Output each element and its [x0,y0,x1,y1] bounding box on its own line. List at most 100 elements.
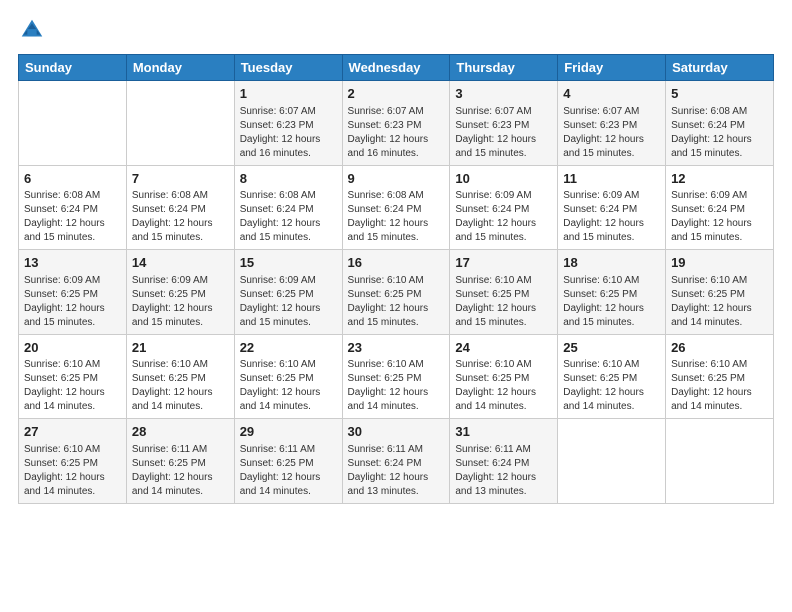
calendar-cell: 25Sunrise: 6:10 AM Sunset: 6:25 PM Dayli… [558,334,666,419]
calendar-body: 1 Sunrise: 6:07 AM Sunset: 6:23 PM Daylig… [19,81,774,504]
calendar-cell [126,81,234,166]
day-info: Sunrise: 6:09 AM Sunset: 6:25 PM Dayligh… [24,274,121,330]
calendar-cell: 7Sunrise: 6:08 AM Sunset: 6:24 PM Daylig… [126,165,234,250]
day-number: 24 [455,339,552,357]
day-info: Sunrise: 6:08 AM Sunset: 6:24 PM Dayligh… [132,189,229,245]
day-number: 4 [563,85,660,103]
day-number: 29 [240,423,337,441]
day-number: 1 [240,85,337,103]
day-info: Sunrise: 6:10 AM Sunset: 6:25 PM Dayligh… [671,274,768,330]
weekday-header-monday: Monday [126,55,234,81]
week-row-5: 27Sunrise: 6:10 AM Sunset: 6:25 PM Dayli… [19,419,774,504]
day-info: Sunrise: 6:10 AM Sunset: 6:25 PM Dayligh… [348,358,445,414]
day-number: 30 [348,423,445,441]
day-info: Sunrise: 6:09 AM Sunset: 6:25 PM Dayligh… [132,274,229,330]
day-info: Sunrise: 6:08 AM Sunset: 6:24 PM Dayligh… [671,105,768,161]
calendar-cell: 27Sunrise: 6:10 AM Sunset: 6:25 PM Dayli… [19,419,127,504]
calendar-cell: 3Sunrise: 6:07 AM Sunset: 6:23 PM Daylig… [450,81,558,166]
day-number: 12 [671,170,768,188]
week-row-3: 13 Sunrise: 6:09 AM Sunset: 6:25 PM Dayli… [19,250,774,335]
page: SundayMondayTuesdayWednesdayThursdayFrid… [0,0,792,612]
day-number: 21 [132,339,229,357]
day-info: Sunrise: 6:11 AM Sunset: 6:24 PM Dayligh… [348,443,445,499]
week-row-2: 6Sunrise: 6:08 AM Sunset: 6:24 PM Daylig… [19,165,774,250]
calendar-cell: 15 Sunrise: 6:09 AM Sunset: 6:25 PM Dayli… [234,250,342,335]
calendar-cell: 26Sunrise: 6:10 AM Sunset: 6:25 PM Dayli… [666,334,774,419]
calendar-cell: 2Sunrise: 6:07 AM Sunset: 6:23 PM Daylig… [342,81,450,166]
weekday-header-wednesday: Wednesday [342,55,450,81]
calendar-cell: 23Sunrise: 6:10 AM Sunset: 6:25 PM Dayli… [342,334,450,419]
day-number: 3 [455,85,552,103]
calendar-cell: 8Sunrise: 6:08 AM Sunset: 6:24 PM Daylig… [234,165,342,250]
header [18,16,774,44]
calendar-cell: 19Sunrise: 6:10 AM Sunset: 6:25 PM Dayli… [666,250,774,335]
day-info: Sunrise: 6:09 AM Sunset: 6:25 PM Dayligh… [240,274,337,330]
calendar-cell: 14Sunrise: 6:09 AM Sunset: 6:25 PM Dayli… [126,250,234,335]
weekday-header-tuesday: Tuesday [234,55,342,81]
day-info: Sunrise: 6:09 AM Sunset: 6:24 PM Dayligh… [671,189,768,245]
day-number: 23 [348,339,445,357]
calendar-cell: 31Sunrise: 6:11 AM Sunset: 6:24 PM Dayli… [450,419,558,504]
weekday-row: SundayMondayTuesdayWednesdayThursdayFrid… [19,55,774,81]
calendar: SundayMondayTuesdayWednesdayThursdayFrid… [18,54,774,504]
calendar-cell: 5 Sunrise: 6:08 AM Sunset: 6:24 PM Daylig… [666,81,774,166]
calendar-cell: 4Sunrise: 6:07 AM Sunset: 6:23 PM Daylig… [558,81,666,166]
day-number: 28 [132,423,229,441]
day-info: Sunrise: 6:09 AM Sunset: 6:24 PM Dayligh… [563,189,660,245]
calendar-cell: 30 Sunrise: 6:11 AM Sunset: 6:24 PM Dayli… [342,419,450,504]
day-info: Sunrise: 6:08 AM Sunset: 6:24 PM Dayligh… [348,189,445,245]
calendar-cell: 24Sunrise: 6:10 AM Sunset: 6:25 PM Dayli… [450,334,558,419]
day-number: 15 [240,254,337,272]
day-info: Sunrise: 6:10 AM Sunset: 6:25 PM Dayligh… [563,358,660,414]
calendar-cell: 13 Sunrise: 6:09 AM Sunset: 6:25 PM Dayli… [19,250,127,335]
day-number: 8 [240,170,337,188]
day-info: Sunrise: 6:10 AM Sunset: 6:25 PM Dayligh… [24,358,121,414]
day-info: Sunrise: 6:10 AM Sunset: 6:25 PM Dayligh… [455,274,552,330]
day-number: 10 [455,170,552,188]
day-info: Sunrise: 6:10 AM Sunset: 6:25 PM Dayligh… [132,358,229,414]
day-info: Sunrise: 6:08 AM Sunset: 6:24 PM Dayligh… [240,189,337,245]
calendar-cell: 9Sunrise: 6:08 AM Sunset: 6:24 PM Daylig… [342,165,450,250]
day-number: 18 [563,254,660,272]
day-info: Sunrise: 6:11 AM Sunset: 6:24 PM Dayligh… [455,443,552,499]
day-number: 17 [455,254,552,272]
day-info: Sunrise: 6:10 AM Sunset: 6:25 PM Dayligh… [455,358,552,414]
week-row-4: 20Sunrise: 6:10 AM Sunset: 6:25 PM Dayli… [19,334,774,419]
calendar-cell: 20Sunrise: 6:10 AM Sunset: 6:25 PM Dayli… [19,334,127,419]
calendar-cell: 11Sunrise: 6:09 AM Sunset: 6:24 PM Dayli… [558,165,666,250]
day-info: Sunrise: 6:11 AM Sunset: 6:25 PM Dayligh… [132,443,229,499]
day-info: Sunrise: 6:10 AM Sunset: 6:25 PM Dayligh… [240,358,337,414]
day-info: Sunrise: 6:09 AM Sunset: 6:24 PM Dayligh… [455,189,552,245]
day-number: 2 [348,85,445,103]
calendar-cell: 17 Sunrise: 6:10 AM Sunset: 6:25 PM Dayli… [450,250,558,335]
day-number: 26 [671,339,768,357]
day-number: 9 [348,170,445,188]
day-info: Sunrise: 6:10 AM Sunset: 6:25 PM Dayligh… [671,358,768,414]
calendar-cell: 28 Sunrise: 6:11 AM Sunset: 6:25 PM Dayli… [126,419,234,504]
day-number: 27 [24,423,121,441]
day-number: 5 [671,85,768,103]
day-number: 6 [24,170,121,188]
calendar-cell: 6Sunrise: 6:08 AM Sunset: 6:24 PM Daylig… [19,165,127,250]
calendar-cell: 1 Sunrise: 6:07 AM Sunset: 6:23 PM Daylig… [234,81,342,166]
day-number: 7 [132,170,229,188]
day-number: 11 [563,170,660,188]
day-info: Sunrise: 6:08 AM Sunset: 6:24 PM Dayligh… [24,189,121,245]
day-info: Sunrise: 6:11 AM Sunset: 6:25 PM Dayligh… [240,443,337,499]
calendar-cell: 22Sunrise: 6:10 AM Sunset: 6:25 PM Dayli… [234,334,342,419]
logo [18,16,50,44]
calendar-cell: 10Sunrise: 6:09 AM Sunset: 6:24 PM Dayli… [450,165,558,250]
day-number: 20 [24,339,121,357]
weekday-header-sunday: Sunday [19,55,127,81]
day-number: 13 [24,254,121,272]
day-number: 22 [240,339,337,357]
weekday-header-thursday: Thursday [450,55,558,81]
calendar-cell: 16Sunrise: 6:10 AM Sunset: 6:25 PM Dayli… [342,250,450,335]
day-number: 25 [563,339,660,357]
calendar-cell: 18Sunrise: 6:10 AM Sunset: 6:25 PM Dayli… [558,250,666,335]
logo-icon [18,16,46,44]
weekday-header-friday: Friday [558,55,666,81]
week-row-1: 1 Sunrise: 6:07 AM Sunset: 6:23 PM Daylig… [19,81,774,166]
day-info: Sunrise: 6:07 AM Sunset: 6:23 PM Dayligh… [240,105,337,161]
day-number: 16 [348,254,445,272]
